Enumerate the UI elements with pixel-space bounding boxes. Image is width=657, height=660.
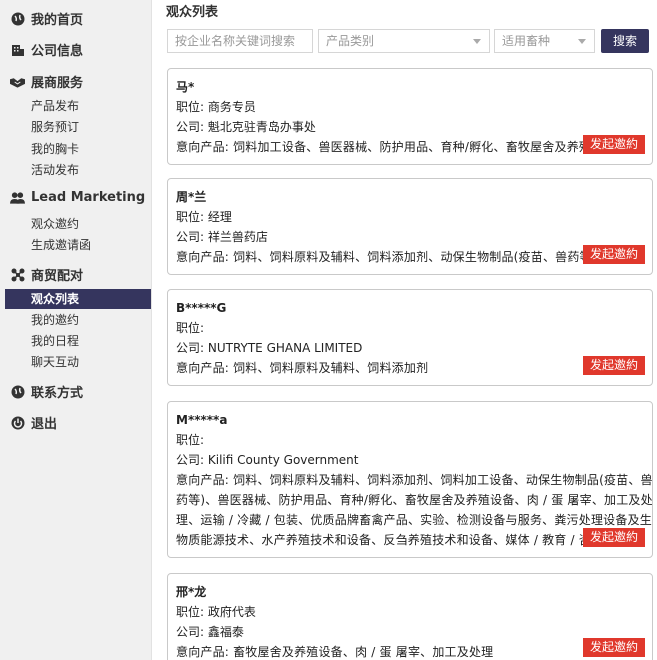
nav-home-label: 我的首页 — [31, 13, 84, 28]
invite-button[interactable]: 发起邀約 — [583, 135, 645, 154]
nav-generate-invitation[interactable]: 生成邀请函 — [5, 235, 151, 255]
species-placeholder: 适用畜种 — [502, 34, 551, 48]
nav-lead-marketing-label: Lead Marketing — [31, 190, 146, 205]
search-button[interactable]: 搜索 — [601, 29, 649, 53]
nav-home[interactable]: 我的首页 — [10, 9, 83, 28]
nav-company[interactable]: 公司信息 — [10, 40, 83, 59]
nav-my-badge[interactable]: 我的胸卡 — [5, 139, 151, 159]
chevron-down-icon — [578, 39, 586, 44]
audience-position: 职位: 商务专员 — [176, 100, 256, 114]
audience-name: 周*兰 — [176, 190, 207, 204]
keyword-placeholder: 按企业名称关键词搜索 — [175, 34, 296, 48]
species-select[interactable]: 适用畜种 — [494, 29, 595, 53]
nav-logout[interactable]: 退出 — [10, 413, 57, 432]
audience-intent: 意向产品: 饲料、饲料原料及辅料、饲料添加剂、饲料加工设备、动保生物制品(疫苗、… — [176, 473, 653, 547]
keyword-search-input[interactable]: 按企业名称关键词搜索 — [167, 29, 313, 53]
nav-exhibitor[interactable]: 展商服务 — [10, 72, 83, 91]
chevron-down-icon — [473, 39, 481, 44]
nav-matchmaking[interactable]: 商贸配对 — [10, 265, 83, 284]
audience-intent: 意向产品: 畜牧屋舍及养殖设备、肉 / 蛋 屠宰、加工及处理 — [176, 645, 494, 659]
nav-service-booking[interactable]: 服务预订 — [5, 117, 151, 137]
users-icon — [10, 190, 25, 205]
audience-position: 职位: — [176, 433, 205, 447]
audience-card: M*****a 职位: 公司: Kilifi County Government… — [167, 401, 653, 558]
nav-chat[interactable]: 聊天互动 — [5, 352, 151, 372]
handshake-icon — [10, 74, 25, 89]
audience-name: M*****a — [176, 413, 228, 427]
main-content: 观众列表 按企业名称关键词搜索 产品类别 适用畜种 搜索 马* 职位: 商务专员… — [151, 0, 657, 660]
invite-button[interactable]: 发起邀約 — [583, 356, 645, 375]
audience-intent: 意向产品: 饲料、饲料原料及辅料、饲料添加剂、动保生物制品(疫苗、兽药等 — [176, 250, 592, 264]
audience-name: 马* — [176, 80, 195, 94]
audience-card: B*****G 职位: 公司: NUTRYTE GHANA LIMITED 意向… — [167, 289, 653, 386]
audience-name: B*****G — [176, 301, 227, 315]
audience-company: 公司: NUTRYTE GHANA LIMITED — [176, 341, 363, 355]
page-title: 观众列表 — [166, 5, 219, 20]
audience-company: 公司: Kilifi County Government — [176, 453, 359, 467]
audience-card: 邢*龙 职位: 政府代表 公司: 鑫福泰 意向产品: 畜牧屋舍及养殖设备、肉 /… — [167, 573, 653, 660]
audience-name: 邢*龙 — [176, 585, 207, 599]
invite-button[interactable]: 发起邀約 — [583, 245, 645, 264]
audience-position: 职位: 政府代表 — [176, 605, 256, 619]
audience-company: 公司: 祥兰兽药店 — [176, 230, 268, 244]
building-icon — [10, 42, 25, 57]
nav-audience-invite[interactable]: 观众邀约 — [5, 214, 151, 234]
category-select[interactable]: 产品类别 — [318, 29, 490, 53]
nav-exhibitor-label: 展商服务 — [31, 76, 84, 91]
nav-product-release[interactable]: 产品发布 — [5, 96, 151, 116]
audience-intent: 意向产品: 饲料加工设备、兽医器械、防护用品、育种/孵化、畜牧屋舍及养殖 — [176, 140, 592, 154]
network-icon — [10, 267, 25, 282]
audience-company: 公司: 魁北克驻青岛办事处 — [176, 120, 316, 134]
globe-icon — [10, 11, 25, 26]
nav-my-schedule[interactable]: 我的日程 — [5, 331, 151, 351]
invite-button[interactable]: 发起邀約 — [583, 638, 645, 657]
audience-company: 公司: 鑫福泰 — [176, 625, 244, 639]
audience-position: 职位: 经理 — [176, 210, 232, 224]
audience-position: 职位: — [176, 321, 205, 335]
sidebar: 我的首页 公司信息 展商服务 产品发布 服务预订 我的胸卡 活动发布 Lead … — [0, 0, 152, 660]
nav-matchmaking-label: 商贸配对 — [31, 269, 84, 284]
nav-my-invitations[interactable]: 我的邀约 — [5, 310, 151, 330]
nav-contact[interactable]: 联系方式 — [10, 382, 83, 401]
invite-button[interactable]: 发起邀約 — [583, 528, 645, 547]
category-placeholder: 产品类别 — [326, 34, 375, 48]
globe-icon — [10, 384, 25, 399]
nav-contact-label: 联系方式 — [31, 386, 84, 401]
audience-intent: 意向产品: 饲料、饲料原料及辅料、饲料添加剂 — [176, 361, 429, 375]
nav-audience-list[interactable]: 观众列表 — [5, 289, 151, 309]
nav-event-release[interactable]: 活动发布 — [5, 160, 151, 180]
audience-card: 马* 职位: 商务专员 公司: 魁北克驻青岛办事处 意向产品: 饲料加工设备、兽… — [167, 68, 653, 165]
power-icon — [10, 415, 25, 430]
nav-lead-marketing[interactable]: Lead Marketing — [10, 190, 145, 205]
nav-logout-label: 退出 — [31, 417, 58, 432]
nav-company-label: 公司信息 — [31, 44, 84, 59]
audience-card: 周*兰 职位: 经理 公司: 祥兰兽药店 意向产品: 饲料、饲料原料及辅料、饲料… — [167, 178, 653, 275]
